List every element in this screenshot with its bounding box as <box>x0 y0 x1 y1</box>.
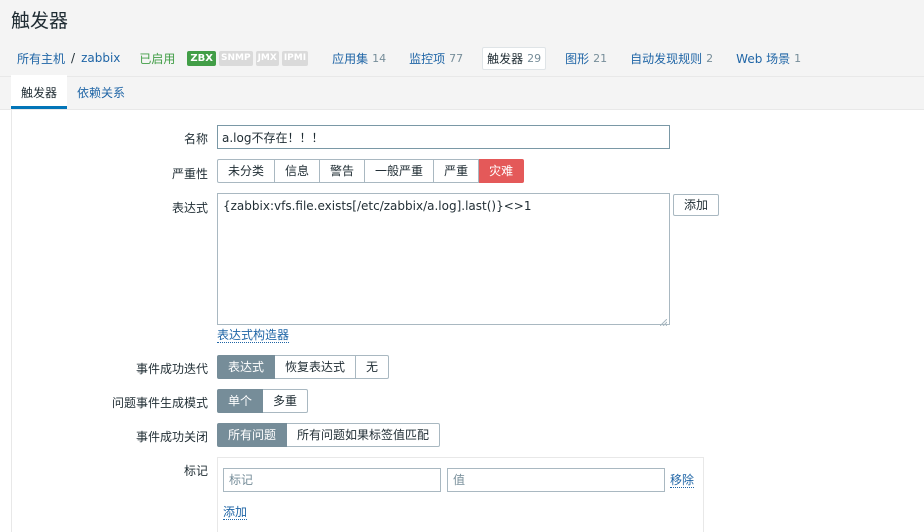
nav-triggers-label: 触发器 <box>487 51 524 66</box>
ok-close-selector: 所有问题 所有问题如果标签值匹配 <box>217 423 441 447</box>
tag-name-input[interactable]: 标记 <box>223 468 441 492</box>
severity-average[interactable]: 一般严重 <box>365 159 435 183</box>
severity-warning[interactable]: 警告 <box>320 159 366 183</box>
severity-high[interactable]: 严重 <box>434 159 480 183</box>
host-navigation: 所有主机 / zabbix 已启用 ZBX SNMP JMX IPMI 应用集 … <box>0 40 924 77</box>
ok-close-tag-match[interactable]: 所有问题如果标签值匹配 <box>287 423 441 447</box>
breadcrumb-separator: / <box>71 51 76 65</box>
nav-graphs[interactable]: 图形 21 <box>561 48 611 69</box>
severity-selector: 未分类 信息 警告 一般严重 严重 灾难 <box>217 159 525 183</box>
breadcrumb-host[interactable]: zabbix <box>81 51 120 65</box>
nav-items-label: 监控项 <box>409 51 446 66</box>
nav-web-scenarios[interactable]: Web 场景 1 <box>732 48 805 69</box>
ok-close-label: 事件成功关闭 <box>135 430 208 444</box>
severity-not-classified[interactable]: 未分类 <box>217 159 276 183</box>
tags-label: 标记 <box>183 464 208 478</box>
nav-triggers-count: 29 <box>527 51 542 65</box>
severity-information[interactable]: 信息 <box>275 159 321 183</box>
tab-dependencies[interactable]: 依赖关系 <box>67 84 135 109</box>
nav-graphs-count: 21 <box>593 51 608 65</box>
trigger-form: 名称 严重性 未分类 信息 警告 一般严重 严重 灾难 表达式 {zabbix:… <box>11 110 924 532</box>
resize-grip-icon[interactable] <box>659 315 668 327</box>
snmp-badge: SNMP <box>219 50 253 66</box>
problem-mode-label: 问题事件生成模式 <box>111 396 208 410</box>
name-input[interactable] <box>217 125 670 149</box>
tab-trigger[interactable]: 触发器 <box>11 75 68 109</box>
nav-discovery-rules[interactable]: 自动发现规则 2 <box>626 48 717 69</box>
nav-graphs-label: 图形 <box>565 51 590 66</box>
ok-event-none[interactable]: 无 <box>356 355 390 379</box>
nav-applications-count: 14 <box>372 51 387 65</box>
problem-mode-single[interactable]: 单个 <box>217 389 264 413</box>
nav-web-scenarios-label: Web 场景 <box>736 51 791 66</box>
add-tag-link[interactable]: 添加 <box>223 505 248 520</box>
jmx-badge: JMX <box>255 50 279 66</box>
nav-applications[interactable]: 应用集 14 <box>328 48 390 69</box>
zbx-badge: ZBX <box>187 50 216 66</box>
name-label: 名称 <box>183 132 208 146</box>
expression-textarea[interactable]: {zabbix:vfs.file.exists[/etc/zabbix/a.lo… <box>217 193 670 325</box>
page-header: 触发器 <box>0 0 924 40</box>
nav-items-count: 77 <box>449 51 464 65</box>
ok-event-recovery-expression[interactable]: 恢复表达式 <box>275 355 357 379</box>
nav-applications-label: 应用集 <box>332 51 369 66</box>
severity-label: 严重性 <box>171 167 208 181</box>
form-tabs: 触发器 依赖关系 <box>0 75 924 110</box>
add-expression-button[interactable]: 添加 <box>673 194 720 216</box>
tags-container: 标记 值 移除 添加 <box>217 457 704 532</box>
nav-discovery-rules-count: 2 <box>706 51 714 65</box>
expression-label: 表达式 <box>171 201 208 215</box>
breadcrumb-all-hosts[interactable]: 所有主机 <box>17 50 65 67</box>
problem-mode-multiple[interactable]: 多重 <box>263 389 309 413</box>
severity-disaster[interactable]: 灾难 <box>479 159 525 183</box>
problem-mode-selector: 单个 多重 <box>217 389 309 413</box>
ok-event-selector: 表达式 恢复表达式 无 <box>217 355 390 379</box>
host-status[interactable]: 已启用 <box>139 50 175 67</box>
remove-tag-link[interactable]: 移除 <box>670 473 695 488</box>
ok-event-expression[interactable]: 表达式 <box>217 355 276 379</box>
ipmi-badge: IPMI <box>281 50 309 66</box>
nav-discovery-rules-label: 自动发现规则 <box>630 51 703 66</box>
tag-value-input[interactable]: 值 <box>447 468 665 492</box>
nav-triggers[interactable]: 触发器 29 <box>482 46 547 70</box>
nav-web-scenarios-count: 1 <box>794 51 802 65</box>
page-title: 触发器 <box>11 10 69 32</box>
availability-badges: ZBX SNMP JMX IPMI <box>187 50 311 66</box>
expression-builder-link[interactable]: 表达式构造器 <box>217 328 290 343</box>
ok-close-all-problems[interactable]: 所有问题 <box>217 423 288 447</box>
nav-items[interactable]: 监控项 77 <box>405 48 467 69</box>
ok-event-label: 事件成功迭代 <box>135 362 208 376</box>
